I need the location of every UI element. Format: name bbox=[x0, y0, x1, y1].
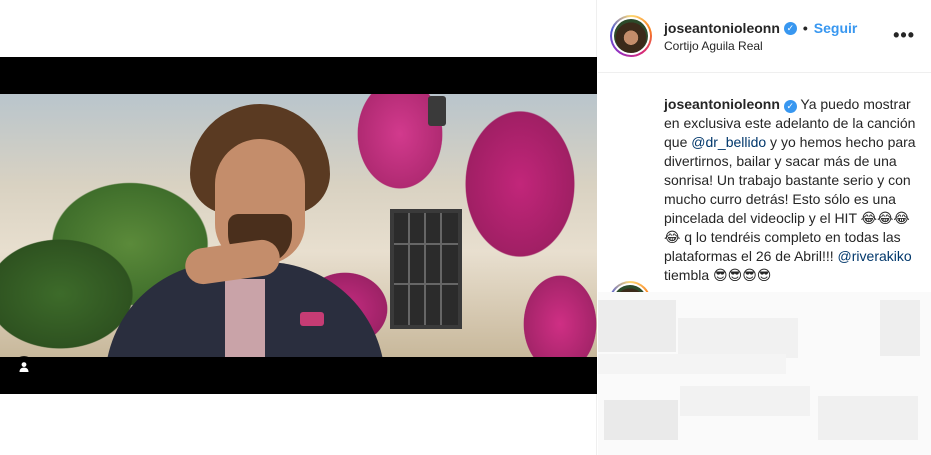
blur-block bbox=[598, 354, 786, 374]
user-tag-icon[interactable] bbox=[13, 356, 35, 378]
blur-block bbox=[598, 300, 676, 352]
caption-body-2: y yo hemos hecho para divertirnos, baila… bbox=[664, 134, 916, 264]
avatar-image bbox=[614, 19, 648, 53]
blur-block bbox=[880, 300, 920, 356]
pocket-square bbox=[300, 312, 324, 326]
video-frame-image bbox=[0, 94, 597, 357]
username-link[interactable]: joseantonioleonn bbox=[664, 20, 780, 36]
caption-body-3: tiembla 😎😎😎😎 bbox=[664, 267, 772, 283]
post-header: joseantonioleonn ✓ • Seguir Cortijo Agui… bbox=[598, 0, 931, 73]
video-player[interactable] bbox=[0, 57, 597, 394]
caption-area: joseantonioleonn ✓ Ya puedo mostrar en e… bbox=[598, 74, 931, 292]
caption-username[interactable]: joseantonioleonn bbox=[664, 96, 780, 112]
wall-lamp bbox=[428, 96, 446, 126]
follow-button[interactable]: Seguir bbox=[814, 20, 858, 36]
avatar[interactable] bbox=[609, 281, 651, 292]
blurred-comments-area bbox=[598, 292, 931, 455]
avatar-image bbox=[613, 285, 647, 292]
barred-window bbox=[390, 209, 462, 329]
blur-block bbox=[680, 386, 810, 416]
media-column bbox=[0, 0, 597, 455]
avatar[interactable] bbox=[610, 15, 652, 57]
mention-link[interactable]: @dr_bellido bbox=[691, 134, 766, 150]
blur-block bbox=[818, 396, 918, 440]
verified-badge-icon: ✓ bbox=[783, 100, 797, 113]
location-link[interactable]: Cortijo Aguila Real bbox=[664, 39, 763, 53]
header-user-line: joseantonioleonn ✓ • Seguir bbox=[664, 20, 857, 36]
separator-dot: • bbox=[802, 20, 808, 36]
caption-text: joseantonioleonn ✓ Ya puedo mostrar en e… bbox=[664, 95, 920, 285]
more-options-icon[interactable]: ••• bbox=[893, 26, 915, 44]
blur-block bbox=[678, 318, 798, 358]
blur-block bbox=[604, 400, 678, 440]
mention-link[interactable]: @riverakiko bbox=[838, 248, 912, 264]
person-shirt bbox=[225, 279, 265, 357]
post-sidebar: joseantonioleonn ✓ • Seguir Cortijo Agui… bbox=[598, 0, 931, 455]
verified-badge-icon: ✓ bbox=[783, 21, 797, 35]
